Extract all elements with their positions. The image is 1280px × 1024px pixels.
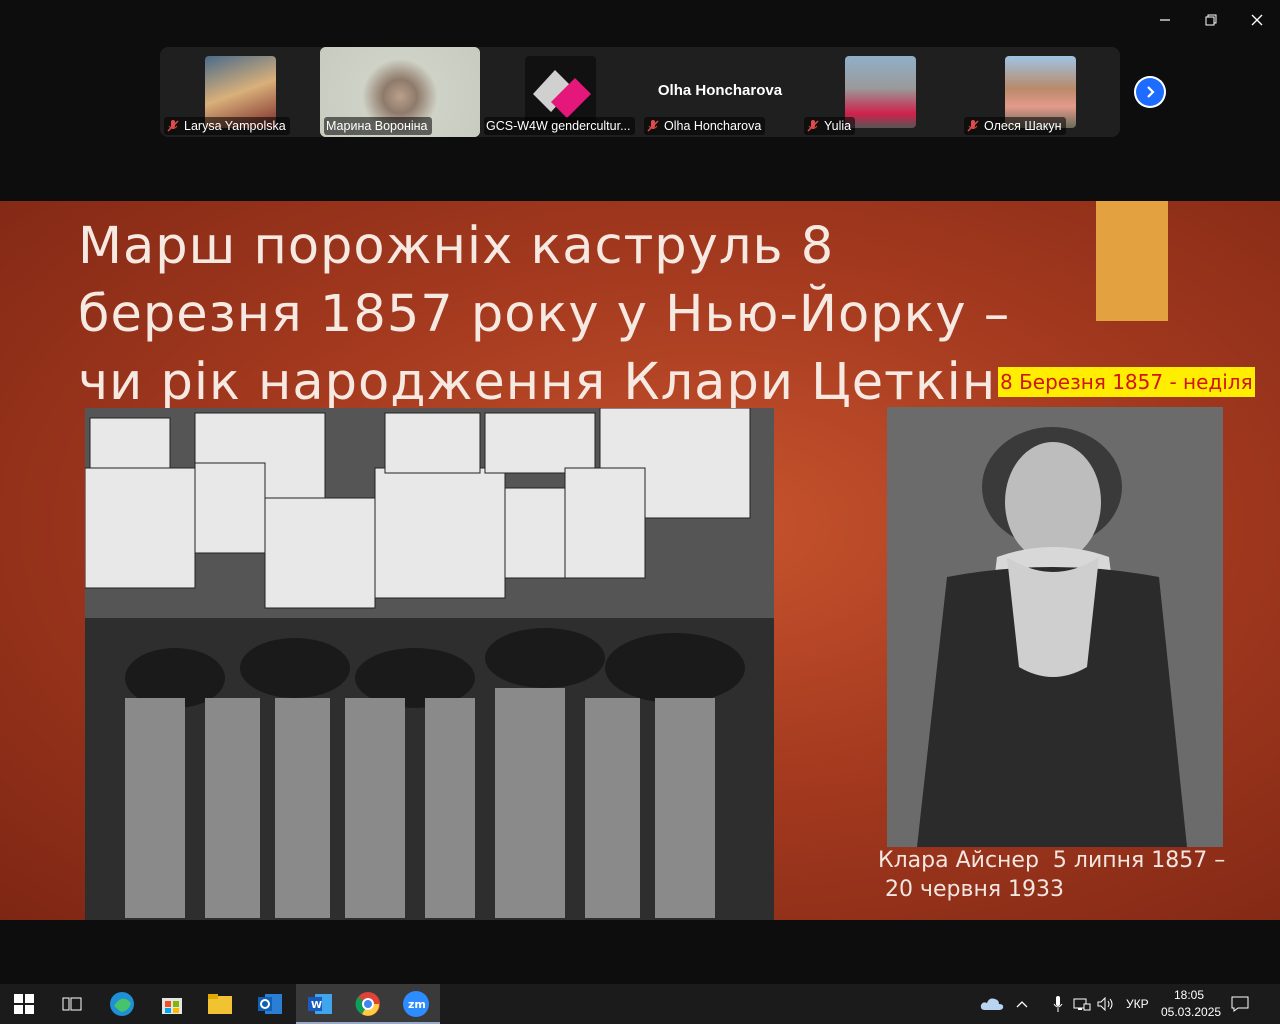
chrome-app[interactable] (344, 984, 392, 1024)
chevron-right-icon (1147, 86, 1155, 98)
zoom-icon: zm (403, 991, 429, 1017)
participant-tile[interactable]: Олеся Шакун (960, 47, 1120, 137)
participant-tile[interactable]: Olha Honcharova Olha Honcharova (640, 47, 800, 137)
zoom-app[interactable]: zm (392, 984, 440, 1024)
slide-title: Марш порожніх каструль 8 березня 1857 ро… (78, 213, 1038, 417)
accent-bar (1096, 201, 1168, 321)
portrait-caption: Клара Айснер 5 липня 1857 – 20 червня 19… (878, 848, 1226, 902)
mic-muted-icon (167, 120, 179, 132)
network-icon (1073, 998, 1091, 1011)
notification-icon (1231, 996, 1249, 1012)
file-explorer-app[interactable] (196, 984, 244, 1024)
participant-name: Olha Honcharova (644, 117, 766, 135)
next-page-button[interactable] (1134, 76, 1166, 108)
chevron-up-icon (1016, 1001, 1028, 1008)
close-button[interactable] (1234, 0, 1280, 40)
chrome-icon (355, 992, 380, 1016)
input-language[interactable]: УКР (1126, 997, 1149, 1011)
participant-tile[interactable]: Yulia (800, 47, 960, 137)
participant-display-name: Olha Honcharova (657, 82, 783, 99)
task-view-button[interactable] (48, 984, 96, 1024)
shared-slide: Марш порожніх каструль 8 березня 1857 ро… (0, 201, 1280, 920)
outlook-app[interactable] (246, 984, 294, 1024)
protest-photo (85, 408, 774, 920)
portrait-photo (887, 407, 1223, 847)
title-line: Марш порожніх каструль 8 (78, 217, 835, 276)
onedrive-tray[interactable] (968, 984, 1016, 1024)
edge-icon (110, 992, 134, 1016)
participant-tile[interactable]: GCS-W4W gendercultur... (480, 47, 640, 137)
store-icon (162, 998, 182, 1014)
store-app[interactable] (148, 984, 196, 1024)
speaker-icon (1097, 997, 1113, 1011)
network-tray[interactable] (1070, 984, 1094, 1024)
mic-muted-icon (647, 120, 659, 132)
title-line: березня 1857 року у Нью-Йорку – (78, 285, 1011, 344)
mic-muted-icon (967, 120, 979, 132)
windows-logo-icon (14, 994, 34, 1014)
participants-strip: Larysa Yampolska Марина Вороніна GCS-W4W… (160, 47, 1120, 137)
task-view-icon (62, 997, 82, 1011)
notifications-button[interactable] (1218, 984, 1262, 1024)
clock-time[interactable]: 18:05 (1174, 988, 1204, 1002)
windows-taskbar: W zm УКР 18:05 05.03.2025 (0, 984, 1280, 1024)
participant-tile-active[interactable]: Марина Вороніна (320, 47, 480, 137)
minimize-button[interactable] (1142, 0, 1188, 40)
svg-text:W: W (311, 1000, 322, 1011)
cloud-icon (980, 998, 1004, 1010)
highlighted-date: 8 Березня 1857 - неділя (998, 367, 1255, 397)
outlook-icon (258, 994, 282, 1014)
clock-date[interactable]: 05.03.2025 (1161, 1005, 1221, 1019)
edge-app[interactable] (98, 984, 146, 1024)
mic-muted-icon (807, 120, 819, 132)
close-icon (1251, 14, 1263, 26)
participant-name: Олеся Шакун (964, 117, 1066, 135)
restore-button[interactable] (1188, 0, 1234, 40)
start-button[interactable] (0, 984, 48, 1024)
show-hidden-icons-button[interactable] (1010, 984, 1034, 1024)
participant-tile[interactable]: Larysa Yampolska (160, 47, 320, 137)
participant-video (845, 56, 916, 128)
participant-name: Larysa Yampolska (164, 117, 290, 135)
participant-name: Yulia (804, 117, 856, 135)
svg-text:zm: zm (408, 998, 426, 1011)
participant-name: GCS-W4W gendercultur... (484, 117, 635, 135)
microphone-tray[interactable] (1046, 984, 1070, 1024)
minimize-icon (1160, 19, 1170, 21)
folder-icon (208, 994, 232, 1014)
microphone-icon (1053, 996, 1063, 1012)
word-app[interactable]: W (296, 984, 344, 1024)
participant-name: Марина Вороніна (324, 117, 432, 135)
volume-tray[interactable] (1094, 984, 1118, 1024)
word-icon: W (308, 994, 332, 1014)
restore-icon (1205, 14, 1217, 26)
